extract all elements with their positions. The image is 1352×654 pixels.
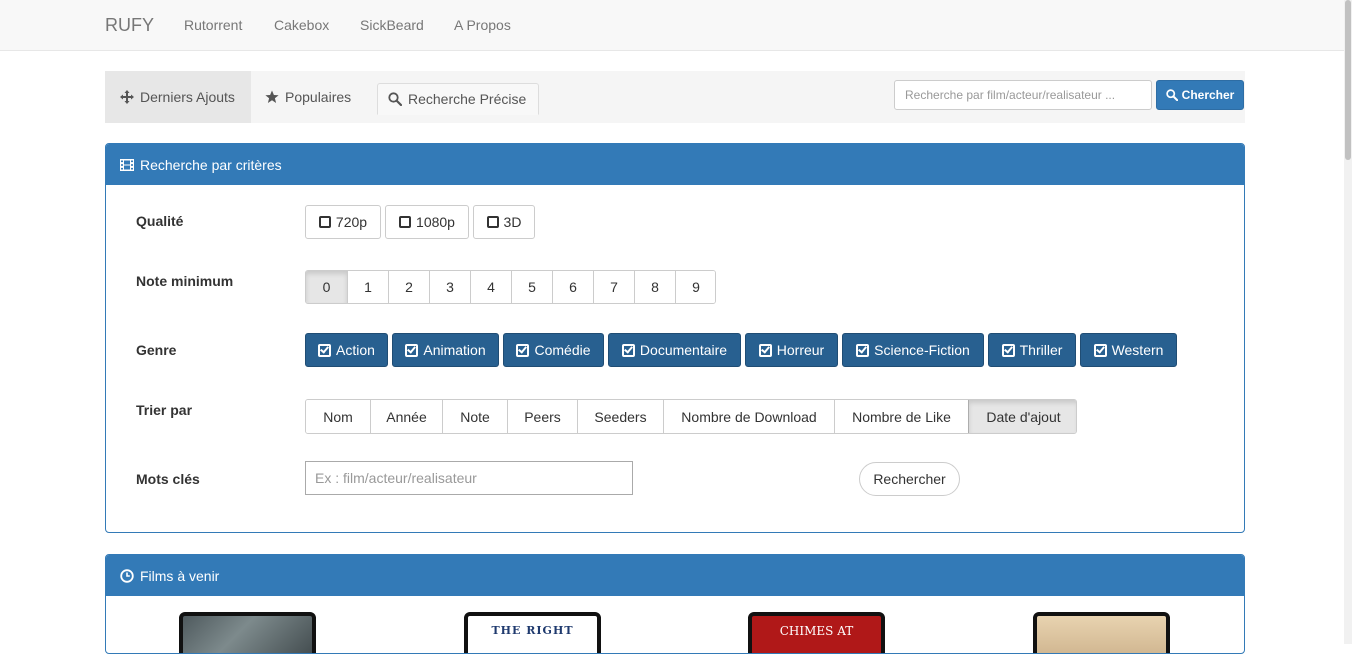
criteria-panel-title: Recherche par critères: [140, 156, 282, 173]
unchecked-box-icon: [486, 216, 499, 228]
sort-option-seeders[interactable]: Seeders: [577, 400, 663, 433]
tab-populaires-label: Populaires: [285, 89, 352, 105]
film-poster-2-text: THE RIGHT: [491, 624, 574, 637]
genre-animation-label: Animation: [423, 342, 486, 358]
quality-720p-checkbox[interactable]: 720p: [305, 205, 381, 239]
checked-box-icon: [856, 343, 870, 357]
rechercher-button[interactable]: Rechercher: [859, 462, 960, 496]
genre-action-label: Action: [336, 342, 375, 358]
film-poster-1[interactable]: [179, 612, 316, 653]
criteria-panel: Recherche par critères Qualité 720p 1080…: [105, 143, 1245, 533]
checked-box-icon: [1001, 343, 1015, 357]
sort-option-date-ajout[interactable]: Date d'ajout: [968, 400, 1076, 433]
sort-button-group: Nom Année Note Peers Seeders Nombre de D…: [305, 399, 1077, 434]
tab-derniers-label: Derniers Ajouts: [140, 89, 235, 105]
tab-recherche-precise[interactable]: Recherche Précise: [377, 83, 539, 115]
quality-720p-label: 720p: [335, 214, 368, 230]
sort-option-nombre-download[interactable]: Nombre de Download: [663, 400, 834, 433]
film-poster-4[interactable]: [1033, 612, 1170, 653]
nav-link-cakebox[interactable]: Cakebox: [274, 17, 329, 33]
trier-par-label: Trier par: [136, 402, 193, 418]
quality-1080p-checkbox[interactable]: 1080p: [385, 205, 469, 239]
film-poster-2[interactable]: THE RIGHT: [464, 612, 601, 653]
genre-documentaire-button[interactable]: Documentaire: [608, 333, 741, 367]
note-button-group: 0 1 2 3 4 5 6 7 8 9: [305, 270, 716, 304]
chercher-button[interactable]: Chercher: [1156, 80, 1244, 110]
note-option-4[interactable]: 4: [470, 271, 511, 303]
genre-label: Genre: [136, 342, 177, 358]
note-option-1[interactable]: 1: [347, 271, 388, 303]
note-option-2[interactable]: 2: [388, 271, 429, 303]
chercher-label: Chercher: [1181, 88, 1235, 102]
genre-western-label: Western: [1111, 342, 1164, 358]
genre-thriller-label: Thriller: [1019, 342, 1063, 358]
page-scrollbar[interactable]: [1344, 0, 1352, 644]
tab-bar: Derniers Ajouts Populaires Recherche Pré…: [105, 71, 1245, 123]
tab-recherche-label: Recherche Précise: [408, 91, 527, 107]
tab-derniers-ajouts[interactable]: Derniers Ajouts: [105, 71, 251, 123]
genre-documentaire-label: Documentaire: [639, 342, 728, 358]
sort-option-nombre-like[interactable]: Nombre de Like: [834, 400, 968, 433]
unchecked-box-icon: [399, 216, 412, 228]
star-icon: [265, 90, 279, 103]
genre-horreur-button[interactable]: Horreur: [745, 333, 838, 367]
checked-box-icon: [318, 343, 332, 357]
note-option-3[interactable]: 3: [429, 271, 470, 303]
nav-link-sickbeard[interactable]: SickBeard: [360, 17, 424, 33]
search-input[interactable]: [894, 80, 1152, 110]
genre-horreur-label: Horreur: [776, 342, 825, 358]
quality-3d-checkbox[interactable]: 3D: [473, 205, 535, 239]
note-option-6[interactable]: 6: [552, 271, 593, 303]
tab-populaires[interactable]: Populaires: [251, 71, 351, 123]
brand-logo[interactable]: RUFY: [105, 15, 154, 36]
upcoming-films-heading: Films à venir: [106, 555, 1244, 596]
search-icon: [1165, 89, 1178, 101]
genre-comedie-label: Comédie: [534, 342, 591, 358]
checked-box-icon: [758, 343, 772, 357]
genre-comedie-button[interactable]: Comédie: [503, 333, 604, 367]
criteria-panel-heading: Recherche par critères: [106, 144, 1244, 185]
note-option-7[interactable]: 7: [593, 271, 634, 303]
sort-option-nom[interactable]: Nom: [306, 400, 370, 433]
film-poster-3[interactable]: CHIMES AT: [748, 612, 885, 653]
sort-option-note[interactable]: Note: [442, 400, 507, 433]
keywords-input[interactable]: [305, 461, 633, 495]
top-navbar: RUFY Rutorrent Cakebox SickBeard A Propo…: [0, 0, 1344, 51]
nav-link-a-propos[interactable]: A Propos: [454, 17, 511, 33]
checked-box-icon: [621, 343, 635, 357]
genre-science-fiction-button[interactable]: Science-Fiction: [842, 333, 984, 367]
film-icon: [120, 158, 134, 171]
note-option-9[interactable]: 9: [675, 271, 715, 303]
nav-link-rutorrent[interactable]: Rutorrent: [184, 17, 242, 33]
genre-action-button[interactable]: Action: [305, 333, 388, 367]
clock-icon: [120, 568, 134, 583]
scrollbar-thumb[interactable]: [1345, 0, 1351, 160]
genre-science-fiction-label: Science-Fiction: [874, 342, 970, 358]
sort-option-annee[interactable]: Année: [370, 400, 442, 433]
unchecked-box-icon: [318, 216, 331, 228]
qualite-label: Qualité: [136, 213, 184, 229]
genre-western-button[interactable]: Western: [1080, 333, 1177, 367]
mots-cles-label: Mots clés: [136, 471, 200, 487]
sort-option-peers[interactable]: Peers: [507, 400, 577, 433]
quality-1080p-label: 1080p: [416, 214, 455, 230]
film-poster-3-text: CHIMES AT: [779, 624, 854, 638]
move-icon: [120, 90, 134, 104]
genre-thriller-button[interactable]: Thriller: [988, 333, 1076, 367]
upcoming-films-title: Films à venir: [140, 567, 220, 584]
note-minimum-label: Note minimum: [136, 273, 234, 289]
checked-box-icon: [1093, 343, 1107, 357]
search-icon: [388, 92, 402, 106]
note-option-0[interactable]: 0: [306, 271, 347, 303]
genre-animation-button[interactable]: Animation: [392, 333, 499, 367]
checked-box-icon: [516, 343, 530, 357]
upcoming-films-panel: Films à venir THE RIGHT CHIMES AT: [105, 554, 1245, 654]
note-option-8[interactable]: 8: [634, 271, 675, 303]
note-option-5[interactable]: 5: [511, 271, 552, 303]
quality-3d-label: 3D: [503, 214, 522, 230]
checked-box-icon: [405, 343, 419, 357]
